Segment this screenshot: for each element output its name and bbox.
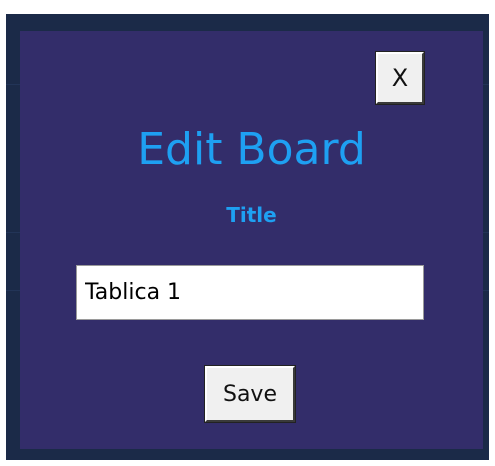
board-title-input[interactable]	[76, 265, 424, 320]
modal-title: Edit Board	[137, 124, 366, 175]
title-field-label: Title	[226, 203, 277, 227]
close-button[interactable]: X	[375, 51, 425, 105]
save-button[interactable]: Save	[204, 365, 296, 423]
